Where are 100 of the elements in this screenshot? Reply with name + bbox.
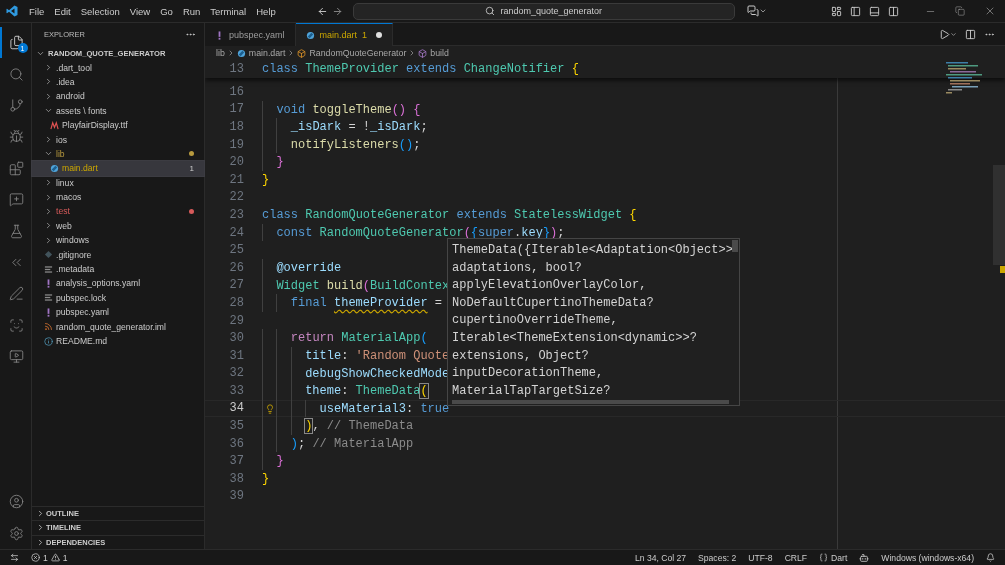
file-name: pubspec.yaml [56,307,110,318]
code-line: _isDark = !_isDark; [262,118,428,136]
remote-icon [10,553,19,562]
menu-item[interactable]: Go [155,3,178,19]
warning-count: 1 [62,552,68,563]
code-line: debugShowCheckedMode [262,364,450,383]
menu-item[interactable]: Edit [49,3,76,19]
line-number: 36 [228,436,245,451]
folder-row[interactable]: lib [32,146,204,162]
tooltip-line: adaptations, bool? [452,259,582,277]
cursor-position[interactable]: Ln 34, Col 27 [628,552,693,563]
code-line: return MaterialApp( [262,329,428,347]
explorer-row[interactable]: analysis_options.yaml [32,276,204,291]
line-number: 30 [228,331,245,346]
menu-item[interactable]: Terminal [205,3,252,19]
encoding[interactable]: UTF-8 [742,552,779,563]
breadcrumb-item[interactable]: RandomQuoteGenerator [297,48,407,58]
menu-item[interactable]: Selection [75,3,125,19]
file-name: PlayfairDisplay.ttf [62,120,128,131]
search-text: random_quote_generator [500,6,603,16]
tab-label: main.dart [319,30,358,40]
line-number: 35 [228,419,245,434]
folder-row[interactable]: .dart_tool [32,60,204,75]
info-icon [44,336,53,346]
folder-row[interactable]: .idea [32,74,204,90]
line-number: 31 [228,348,245,363]
panel-left-icon [850,5,861,17]
line-ending[interactable]: CRLF [778,552,814,563]
menu-item[interactable]: File [24,3,50,19]
folder-row[interactable]: assets \ fonts [32,103,204,118]
line-number: 20 [228,155,245,170]
folder-row[interactable]: test [32,204,204,219]
tooltip-line: Iterable<ThemeExtension<dynamic>>? [452,329,697,347]
dart-file-icon [236,48,246,58]
command-center-search[interactable]: random_quote_generator [352,2,735,20]
app-logo [6,5,18,17]
breadcrumb-item[interactable]: main.dart [236,48,286,58]
language-mode[interactable]: Dart [813,552,854,563]
tooltip-line: cupertinoOverrideTheme, [452,312,618,330]
chat-icon [746,5,759,17]
folder-row[interactable]: ios [32,132,204,147]
editor-tab[interactable]: pubspec.yaml [205,23,296,46]
settings-icon [9,525,24,541]
back-icon[interactable] [316,5,328,17]
code-line: } [262,452,284,471]
indentation[interactable]: Spaces: 2 [692,552,743,563]
breadcrumb-item[interactable]: lib [216,48,225,58]
line-number: 34 [228,401,245,416]
code-line: Widget build(BuildContex [262,276,450,295]
explorer-row[interactable]: pubspec.yaml [32,305,204,320]
line-number: 38 [228,471,245,486]
line-number: 22 [228,190,245,205]
explorer-row[interactable]: main.dart 1 [32,161,204,176]
menu-item[interactable]: Run [177,3,206,19]
vertical-scrollbar[interactable] [732,240,738,252]
run-debug-icon [9,129,24,145]
explorer-row[interactable]: README.md [32,333,204,349]
file-name: pubspec.lock [56,292,107,303]
code-line: final themeProvider = [262,294,443,312]
flask-icon [9,223,24,239]
tooltip-line: MaterialTapTargetSize? [452,382,611,400]
folder-row[interactable]: windows [32,233,204,248]
line-number: 32 [228,366,245,381]
problems-button[interactable]: 1 1 [25,552,74,563]
folder-row[interactable]: linux [32,175,204,190]
lightbulb-icon[interactable] [265,403,275,414]
scrollbar-thumb[interactable] [993,165,1005,265]
explorer-row[interactable]: .metadata [32,261,204,277]
monitor-icon [9,349,24,365]
breadcrumb-item[interactable]: build [418,48,449,58]
forward-icon[interactable] [331,5,343,17]
folder-row[interactable]: android [32,89,204,104]
folder-name: test [56,206,70,217]
device-selector[interactable]: Windows (windows-x64) [875,552,980,563]
problem-count: 1 [189,163,194,173]
folder-name: windows [56,235,89,246]
text-file-icon [44,293,53,303]
explorer-row[interactable]: random_quote_generator.iml [32,319,204,334]
menu-item[interactable]: View [124,3,156,19]
explorer-row[interactable]: PlayfairDisplay.ttf [32,117,204,133]
folder-row[interactable]: web [32,218,204,234]
horizontal-scrollbar[interactable] [452,400,729,404]
line-number: 39 [228,489,245,504]
scan-icon [9,317,24,333]
file-name: analysis_options.yaml [56,278,141,289]
error-icon [31,553,40,562]
code-line: void toggleTheme() { [262,100,421,119]
editor-tab[interactable]: main.dart 1 [295,23,394,46]
bell-icon [986,553,995,562]
line-number: 21 [228,172,245,187]
file-name: random_quote_generator.iml [56,321,166,332]
explorer-row[interactable]: pubspec.lock [32,290,204,306]
menu-item[interactable]: Help [251,3,281,19]
folder-name: lib [56,148,65,159]
folder-row[interactable]: macos [32,189,204,205]
code-line: notifyListeners(); [262,135,421,154]
chat-icon [9,192,24,208]
explorer-row[interactable]: .gitignore [32,247,204,262]
search-icon [485,6,496,16]
line-number: 29 [228,313,245,328]
